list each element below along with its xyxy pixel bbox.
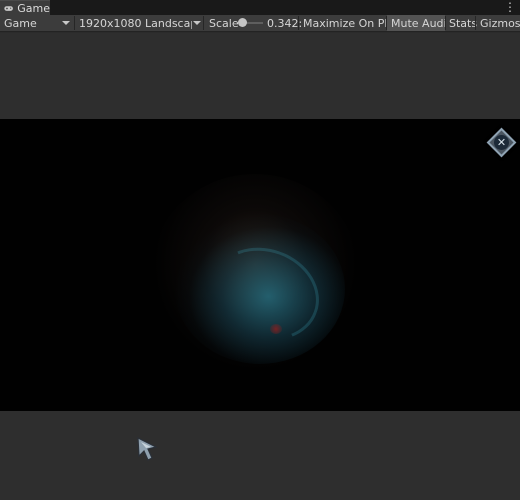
close-icon: ✕ [494, 135, 509, 150]
game-view[interactable] [0, 33, 520, 500]
display-select-value: Game [4, 16, 37, 30]
tab-game-label: Game [17, 1, 50, 15]
cursor-icon [137, 437, 158, 461]
resolution-select[interactable]: 1920x1080 Landscape (1 [79, 15, 192, 31]
resolution-select-value: 1920x1080 Landscape (1 [79, 16, 192, 30]
mute-audio-toggle[interactable]: Mute Audio [387, 15, 445, 31]
scale-value: 0.342: [267, 16, 303, 30]
gizmos-toggle[interactable]: Gizmos [480, 15, 520, 31]
red-ember [270, 324, 282, 334]
tab-game[interactable]: Game [0, 0, 50, 15]
gamepad-icon [4, 5, 13, 11]
kebab-menu-icon[interactable]: ⋮ [504, 0, 516, 15]
scale-slider-thumb[interactable] [238, 18, 247, 27]
game-toolbar: Game 1920x1080 Landscape (1 Scale 0.342:… [0, 15, 520, 32]
tab-bar: Game ⋮ [0, 0, 520, 15]
stats-toggle[interactable]: Stats [449, 15, 477, 31]
toolbar-divider [475, 16, 476, 30]
game-render-area[interactable] [0, 119, 520, 411]
close-button[interactable]: ✕ [486, 127, 517, 158]
toolbar-divider [298, 16, 299, 30]
scale-label: Scale [209, 16, 239, 30]
toolbar-divider [74, 16, 75, 30]
toolbar-divider [445, 16, 446, 30]
chevron-down-icon [62, 21, 70, 25]
toolbar-divider [203, 16, 204, 30]
chevron-down-icon [193, 21, 201, 25]
